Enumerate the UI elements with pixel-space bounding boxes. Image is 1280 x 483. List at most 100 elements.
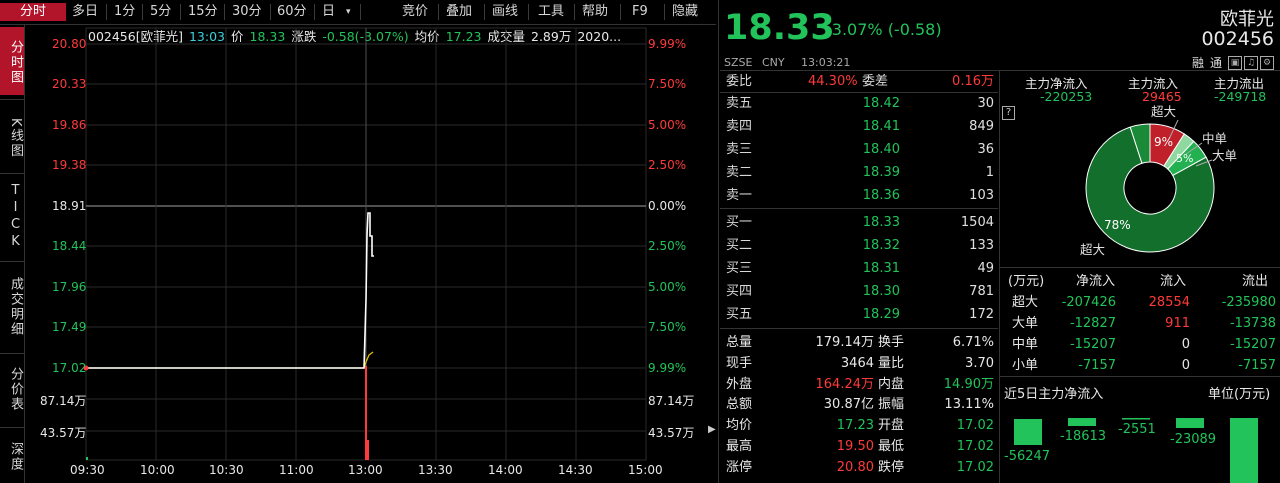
five-day-bar-chart — [1014, 418, 1258, 483]
level-volume: 1504 — [960, 215, 994, 230]
stat-label: 振幅 — [878, 397, 905, 413]
stat-value: 164.24万 — [815, 376, 875, 392]
order-ratio-row: 委比 44.30% 委差 0.16万 — [720, 71, 998, 92]
buy-level-row[interactable]: 买三 18.31 49 — [720, 258, 998, 279]
fund-table-row: 超大 -207426 28554 -235980 — [1004, 292, 1280, 313]
connect-icon[interactable]: 通 — [1210, 54, 1222, 71]
price-tick: 19.38 — [52, 158, 87, 172]
bell-icon[interactable]: ♫ — [1244, 56, 1258, 70]
intraday-chart[interactable] — [0, 0, 716, 483]
stat-value: 30.87亿 — [823, 397, 874, 413]
level-volume: 133 — [969, 238, 994, 253]
unit-header: (万元) — [1008, 274, 1045, 289]
stats-row: 最高 19.50 最低 17.02 — [720, 436, 998, 457]
expand-arrow-icon[interactable]: ▶ — [708, 424, 716, 435]
stat-value: 13.11% — [944, 397, 994, 413]
five-day-value: -23089 — [1170, 432, 1217, 447]
price-tick: 18.91 — [52, 199, 87, 213]
last-price: 18.33 — [724, 8, 835, 48]
percent-tick: 7.50% — [648, 77, 687, 91]
buy-level-row[interactable]: 买一 18.33 1504 — [720, 212, 998, 233]
stat-label: 总量 — [726, 335, 753, 350]
price-tick: 18.44 — [52, 239, 87, 253]
level-volume: 36 — [977, 142, 994, 157]
level-name: 卖一 — [726, 188, 753, 203]
inflow-value: 0 — [1181, 337, 1190, 352]
volume-bar — [86, 457, 88, 460]
inflow-value: 0 — [1181, 358, 1190, 373]
five-day-bar — [1230, 418, 1258, 483]
stat-label: 总额 — [726, 397, 753, 413]
settings-icon[interactable]: ⚙ — [1260, 56, 1274, 70]
stat-label: 均价 — [726, 418, 753, 434]
time-tick: 13:00 — [348, 463, 383, 477]
fund-table-row: 大单 -12827 911 -13738 — [1004, 313, 1280, 334]
flow-size-label: 大单 — [1012, 316, 1039, 331]
price-tick: 20.33 — [52, 77, 87, 91]
stat-value: 19.50 — [836, 439, 874, 454]
level-price: 18.33 — [862, 215, 900, 230]
stat-value: 17.23 — [836, 418, 874, 434]
flow-size-label: 超大 — [1012, 295, 1039, 310]
lock-icon[interactable]: ▣ — [1228, 56, 1242, 70]
stats-row: 总额 30.87亿 振幅 13.11% — [720, 394, 998, 415]
pie-callout: 超大 — [1151, 104, 1176, 119]
main-outflow-value: -249718 — [1214, 89, 1267, 104]
net-inflow-value: -12827 — [1069, 316, 1116, 331]
outflow-value: -15207 — [1229, 337, 1276, 352]
volume-bar — [367, 440, 369, 460]
level-name: 买一 — [726, 215, 753, 230]
quote-time: 13:03:21 — [801, 56, 851, 69]
divider — [1000, 376, 1280, 377]
buy-level-row[interactable]: 买四 18.30 781 — [720, 281, 998, 302]
inflow-value: 911 — [1165, 316, 1190, 331]
price-tick: 20.80 — [52, 37, 87, 51]
five-day-value: -56247 — [1004, 449, 1051, 464]
order-diff-value: 0.16万 — [952, 74, 994, 89]
five-day-bar — [1122, 418, 1150, 420]
level-volume: 849 — [969, 119, 994, 134]
level-name: 买二 — [726, 238, 753, 253]
buy-level-row[interactable]: 买二 18.32 133 — [720, 235, 998, 256]
level-volume: 30 — [977, 96, 994, 111]
sell-level-row[interactable]: 卖二 18.39 1 — [720, 162, 998, 183]
stat-label: 涨停 — [726, 459, 753, 475]
level-price: 18.36 — [862, 188, 900, 203]
divider — [1000, 267, 1280, 268]
volume-tick: 87.14万 — [648, 394, 695, 408]
stat-label: 外盘 — [726, 376, 753, 392]
sell-level-row[interactable]: 卖五 18.42 30 — [720, 93, 998, 114]
pie-callout: 大单 — [1212, 148, 1237, 163]
five-day-bar — [1176, 418, 1204, 428]
level-price: 18.39 — [862, 165, 900, 180]
level-price: 18.30 — [862, 284, 900, 299]
stat-label: 跌停 — [878, 459, 905, 475]
time-tick: 10:00 — [140, 463, 175, 477]
divider — [720, 208, 998, 209]
sell-level-row[interactable]: 卖四 18.41 849 — [720, 116, 998, 137]
level-price: 18.41 — [862, 119, 900, 134]
five-day-value: -2551 — [1118, 422, 1156, 437]
volume-tick: 87.14万 — [40, 394, 87, 408]
margin-icon[interactable]: 融 — [1192, 54, 1204, 71]
pie-percent-label: 78% — [1104, 218, 1131, 232]
outflow-value: -235980 — [1221, 295, 1276, 310]
inflow-header: 流入 — [1160, 274, 1187, 289]
fund-flow-pie-chart: 超大 中单 大单 超大 9% 5% 78% — [1080, 104, 1237, 257]
five-day-bar — [1068, 418, 1096, 426]
time-tick: 15:00 — [628, 463, 663, 477]
order-ratio-label: 委比 — [726, 74, 753, 89]
fund-table-header: (万元) 净流入 流入 流出 — [1004, 271, 1280, 292]
flow-size-label: 小单 — [1012, 358, 1039, 373]
buy-level-row[interactable]: 买五 18.29 172 — [720, 304, 998, 325]
level-name: 卖二 — [726, 165, 753, 180]
pie-callout: 中单 — [1202, 131, 1227, 146]
level-name: 买五 — [726, 307, 753, 322]
outflow-header: 流出 — [1242, 274, 1269, 289]
average-price-line — [86, 351, 374, 369]
sell-level-row[interactable]: 卖三 18.40 36 — [720, 139, 998, 160]
time-tick: 11:00 — [279, 463, 314, 477]
sell-level-row[interactable]: 卖一 18.36 103 — [720, 185, 998, 206]
time-tick: 14:00 — [488, 463, 523, 477]
stat-label: 开盘 — [878, 418, 905, 434]
